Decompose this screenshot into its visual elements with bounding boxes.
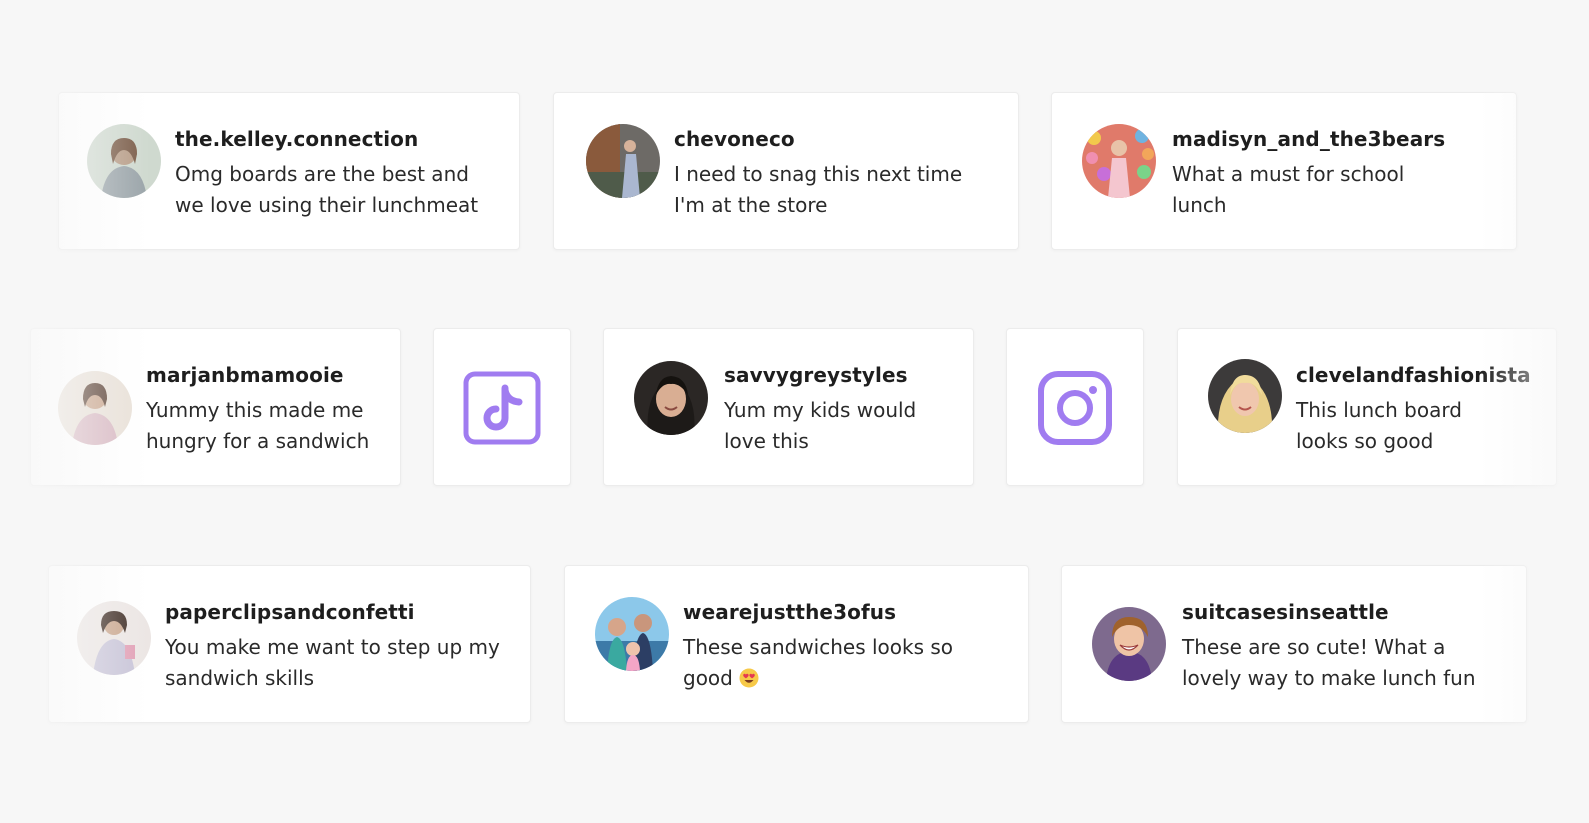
comment-card-marjanbmamooie: marjanbmamooie Yummy this made me hungry… bbox=[30, 328, 401, 486]
avatar bbox=[586, 124, 660, 198]
comment-card-the-kelley-connection: the.kelley.connection Omg boards are the… bbox=[58, 92, 520, 250]
comment-text: Omg boards are the best and we love usin… bbox=[175, 162, 479, 217]
comment-handle[interactable]: paperclipsandconfetti bbox=[165, 600, 415, 624]
tiktok-card[interactable] bbox=[433, 328, 571, 486]
comment-text: Yum my kids would love this bbox=[724, 398, 917, 453]
comment-handle[interactable]: marjanbmamooie bbox=[146, 363, 344, 387]
comment-text: These sandwiches looks so good bbox=[683, 632, 958, 694]
comment-card-madisyn-and-the3bears: madisyn_and_the3bears What a must for sc… bbox=[1051, 92, 1517, 250]
instagram-card[interactable] bbox=[1006, 328, 1144, 486]
comment-card-wearejustthe3ofus: wearejustthe3ofus These sandwiches looks… bbox=[564, 565, 1029, 723]
comment-handle[interactable]: chevoneco bbox=[674, 127, 795, 151]
comment-handle[interactable]: wearejustthe3ofus bbox=[683, 600, 896, 624]
avatar bbox=[87, 124, 161, 198]
comment-card-paperclipsandconfetti: paperclipsandconfetti You make me want t… bbox=[48, 565, 531, 723]
comment-text: Yummy this made me hungry for a sandwich bbox=[146, 398, 370, 453]
testimonial-wall: the.kelley.connection Omg boards are the… bbox=[0, 0, 1589, 823]
comment-handle[interactable]: suitcasesinseattle bbox=[1182, 600, 1389, 624]
comment-handle[interactable]: savvygreystyles bbox=[724, 363, 908, 387]
comment-handle[interactable]: madisyn_and_the3bears bbox=[1172, 127, 1445, 151]
comment-card-savvygreystyles: savvygreystyles Yum my kids would love t… bbox=[603, 328, 974, 486]
avatar bbox=[77, 601, 151, 675]
instagram-icon[interactable] bbox=[1035, 370, 1115, 446]
heart-eyes-emoji bbox=[739, 668, 759, 688]
comment-card-chevoneco: chevoneco I need to snag this next time … bbox=[553, 92, 1019, 250]
avatar bbox=[634, 361, 708, 435]
comment-card-suitcasesinseattle: suitcasesinseattle These are so cute! Wh… bbox=[1061, 565, 1527, 723]
avatar bbox=[1208, 359, 1282, 433]
tiktok-icon[interactable] bbox=[462, 370, 542, 446]
comment-text: This lunch board looks so good bbox=[1296, 398, 1462, 453]
comment-text-body: These sandwiches looks so good bbox=[683, 635, 954, 690]
comment-handle[interactable]: the.kelley.connection bbox=[175, 127, 418, 151]
comment-text: These are so cute! What a lovely way to … bbox=[1182, 635, 1476, 690]
comment-text: You make me want to step up my sandwich … bbox=[165, 635, 500, 690]
comment-text: What a must for school lunch bbox=[1172, 162, 1405, 217]
avatar bbox=[1082, 124, 1156, 198]
comment-card-clevelandfashionista: clevelandfashionista This lunch board lo… bbox=[1177, 328, 1557, 486]
avatar bbox=[595, 597, 669, 671]
avatar bbox=[58, 371, 132, 445]
comment-text: I need to snag this next time I'm at the… bbox=[674, 162, 963, 217]
avatar bbox=[1092, 607, 1166, 681]
comment-handle[interactable]: clevelandfashionista bbox=[1296, 363, 1531, 387]
